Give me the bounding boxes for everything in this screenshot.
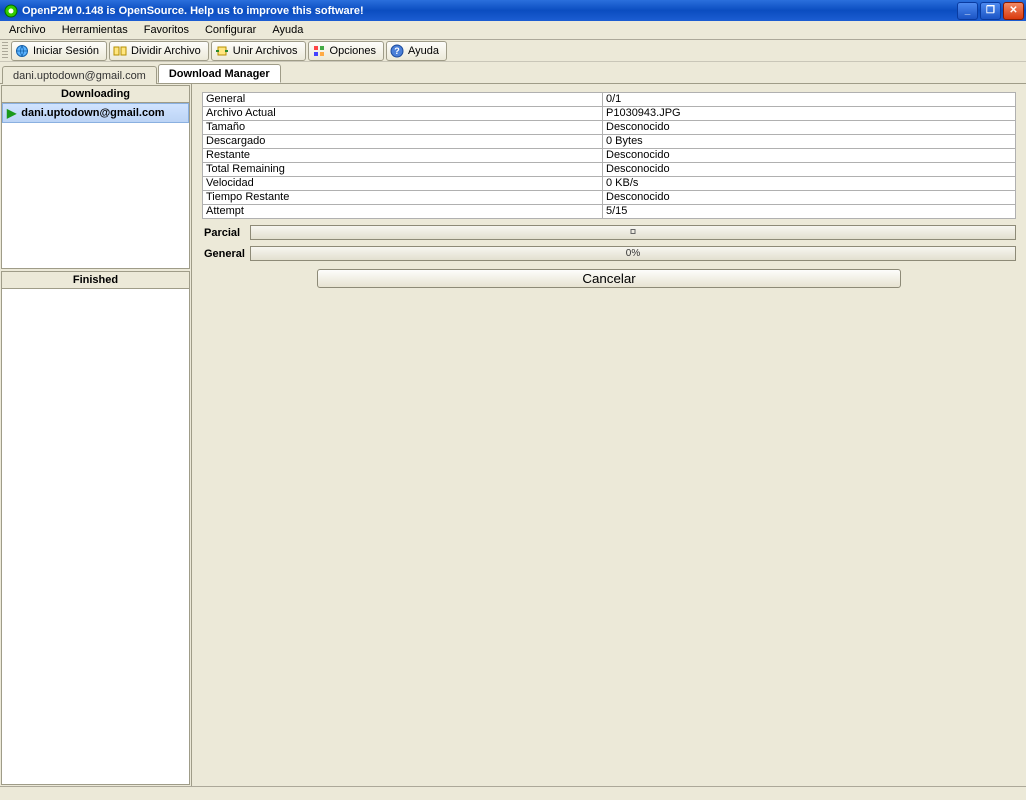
statusbar (0, 786, 1026, 800)
info-value: Desconocido (603, 121, 1016, 135)
options-icon (312, 44, 326, 58)
info-value: P1030943.JPG (603, 107, 1016, 121)
globe-icon (15, 44, 29, 58)
info-table: General0/1Archivo ActualP1030943.JPGTama… (202, 92, 1016, 219)
iniciar-sesion-button[interactable]: Iniciar Sesión (11, 41, 107, 61)
finished-list (2, 289, 189, 784)
info-value: 0/1 (603, 93, 1016, 107)
table-row: RestanteDesconocido (203, 149, 1016, 163)
table-row: General0/1 (203, 93, 1016, 107)
tab-label: Download Manager (169, 68, 270, 80)
ayuda-button[interactable]: ? Ayuda (386, 41, 447, 61)
progress-general-row: General 0% (202, 246, 1016, 261)
table-row: Descargado0 Bytes (203, 135, 1016, 149)
menu-archivo[interactable]: Archivo (2, 23, 53, 37)
cancel-button-label: Cancelar (582, 271, 635, 286)
tab-bar: dani.uptodown@gmail.com Download Manager (0, 62, 1026, 83)
toolbar-label: Unir Archivos (233, 45, 298, 57)
table-row: Velocidad0 KB/s (203, 177, 1016, 191)
table-row: Tiempo RestanteDesconocido (203, 191, 1016, 205)
info-key: Tiempo Restante (203, 191, 603, 205)
tab-download-manager[interactable]: Download Manager (158, 64, 281, 83)
tab-label: dani.uptodown@gmail.com (13, 70, 146, 82)
sidebar: Downloading ▶ dani.uptodown@gmail.com Fi… (0, 84, 192, 786)
progress-marker-icon (631, 229, 636, 234)
info-key: Descargado (203, 135, 603, 149)
toolbar-label: Opciones (330, 45, 376, 57)
downloading-header: Downloading (2, 86, 189, 103)
menubar: Archivo Herramientas Favoritos Configura… (0, 21, 1026, 40)
info-value: 5/15 (603, 205, 1016, 219)
cancel-row: Cancelar (202, 269, 1016, 288)
downloading-panel: Downloading ▶ dani.uptodown@gmail.com (1, 85, 190, 269)
window-controls: _ ❐ ✕ (957, 2, 1024, 20)
table-row: TamañoDesconocido (203, 121, 1016, 135)
menu-favoritos[interactable]: Favoritos (137, 23, 196, 37)
info-key: Velocidad (203, 177, 603, 191)
downloading-item[interactable]: ▶ dani.uptodown@gmail.com (2, 103, 189, 123)
info-key: Archivo Actual (203, 107, 603, 121)
progress-parcial-row: Parcial (202, 225, 1016, 240)
general-progress-text: 0% (626, 248, 640, 259)
info-value: Desconocido (603, 149, 1016, 163)
help-icon: ? (390, 44, 404, 58)
general-label: General (202, 248, 250, 260)
cancel-button[interactable]: Cancelar (317, 269, 901, 288)
toolbar-label: Iniciar Sesión (33, 45, 99, 57)
info-key: Tamaño (203, 121, 603, 135)
parcial-label: Parcial (202, 227, 250, 239)
toolbar-label: Ayuda (408, 45, 439, 57)
content-area: Downloading ▶ dani.uptodown@gmail.com Fi… (0, 83, 1026, 786)
unir-archivos-button[interactable]: Unir Archivos (211, 41, 306, 61)
general-progress: 0% (250, 246, 1016, 261)
info-value: 0 KB/s (603, 177, 1016, 191)
info-value: Desconocido (603, 163, 1016, 177)
table-row: Total RemainingDesconocido (203, 163, 1016, 177)
join-icon (215, 44, 229, 58)
toolbar-label: Dividir Archivo (131, 45, 201, 57)
downloading-list: ▶ dani.uptodown@gmail.com (2, 103, 189, 268)
window-title: OpenP2M 0.148 is OpenSource. Help us to … (22, 5, 957, 17)
info-key: General (203, 93, 603, 107)
finished-panel: Finished (1, 271, 190, 785)
info-value: Desconocido (603, 191, 1016, 205)
downloading-item-label: dani.uptodown@gmail.com (21, 107, 164, 119)
parcial-progress (250, 225, 1016, 240)
toolbar-grip (2, 42, 8, 60)
menu-herramientas[interactable]: Herramientas (55, 23, 135, 37)
info-key: Total Remaining (203, 163, 603, 177)
menu-ayuda[interactable]: Ayuda (265, 23, 310, 37)
titlebar: OpenP2M 0.148 is OpenSource. Help us to … (0, 0, 1026, 21)
menu-configurar[interactable]: Configurar (198, 23, 263, 37)
close-button[interactable]: ✕ (1003, 2, 1024, 20)
table-row: Archivo ActualP1030943.JPG (203, 107, 1016, 121)
dividir-archivo-button[interactable]: Dividir Archivo (109, 41, 209, 61)
minimize-button[interactable]: _ (957, 2, 978, 20)
table-row: Attempt5/15 (203, 205, 1016, 219)
play-icon: ▶ (7, 106, 16, 120)
info-key: Restante (203, 149, 603, 163)
info-key: Attempt (203, 205, 603, 219)
svg-text:?: ? (394, 46, 400, 56)
info-value: 0 Bytes (603, 135, 1016, 149)
app-icon (4, 4, 18, 18)
toolbar: Iniciar Sesión Dividir Archivo Unir Arch… (0, 40, 1026, 62)
opciones-button[interactable]: Opciones (308, 41, 384, 61)
main-panel: General0/1Archivo ActualP1030943.JPGTama… (192, 84, 1026, 786)
tab-account[interactable]: dani.uptodown@gmail.com (2, 66, 157, 84)
maximize-button[interactable]: ❐ (980, 2, 1001, 20)
finished-header: Finished (2, 272, 189, 289)
split-icon (113, 44, 127, 58)
